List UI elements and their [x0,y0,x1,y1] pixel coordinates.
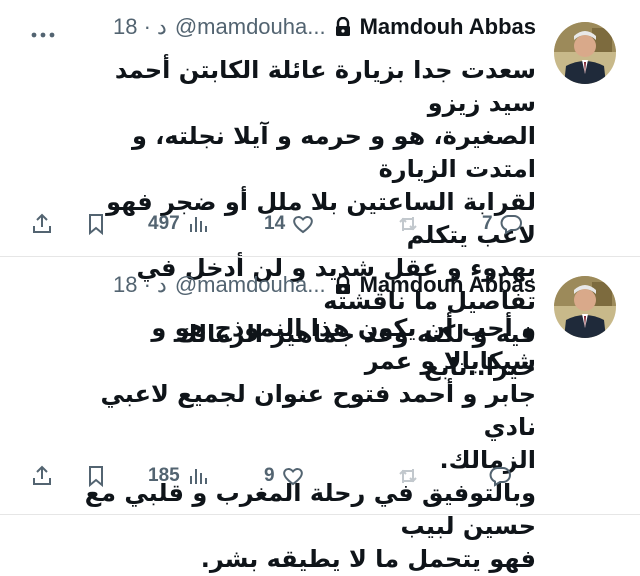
lock-icon [334,16,352,37]
author-handle[interactable]: @mamdouha... [175,14,326,40]
tweet-line: فهو يتحمل ما لا يطيقه بشر. [200,545,536,573]
likes-count: 14 [264,213,286,234]
avatar[interactable] [554,22,616,84]
more-horizontal-icon[interactable] [30,24,56,43]
likes-count: 9 [264,465,275,486]
views-count: 497 [148,213,180,234]
tweet-divider [0,514,640,515]
views-button[interactable]: 497 [148,212,210,236]
tweet-line: جابر و أحمد فتوح عنوان لجميع لاعبي نادي [100,380,536,441]
share-button[interactable] [30,464,54,488]
tweet-2[interactable]: Mamdouh Abbas @mamdouha... 18 · د و أحب … [0,258,640,573]
author-name[interactable]: Mamdouh Abbas [360,272,536,298]
tweet-divider [0,256,640,257]
like-button[interactable]: 9 [264,464,305,488]
tweet-header: Mamdouh Abbas @mamdouha... 18 · د [113,14,536,40]
views-count: 185 [148,465,180,486]
tweet-line: الصغيرة، هو و حرمه و آيلا نجلته، و امتدت… [131,122,536,183]
views-bar-chart-icon [189,217,207,232]
action-bar: 497 14 7 [30,212,536,242]
author-handle[interactable]: @mamdouha... [175,272,326,298]
like-button[interactable]: 14 [264,212,315,236]
heart-icon [282,468,303,486]
views-button[interactable]: 185 [148,464,210,488]
retweet-button[interactable] [396,212,426,236]
bookmark-icon [89,466,103,488]
retweet-icon [399,469,417,483]
reply-button[interactable] [482,464,512,488]
heart-icon [293,216,313,234]
views-bar-chart-icon [189,469,207,484]
share-button[interactable] [30,212,54,236]
author-name[interactable]: Mamdouh Abbas [360,14,536,40]
replies-count: 7 [482,213,493,234]
tweet-text: و أحب أن يكون هذا النموذج هو و شيكابالا … [70,312,536,576]
share-upload-icon [33,465,51,485]
tweet-time[interactable]: 18 · د [113,14,167,40]
lock-icon [334,274,352,295]
avatar[interactable] [554,276,616,338]
tweet-header: Mamdouh Abbas @mamdouha... 18 · د [113,272,536,298]
tweet-line: سعدت جدا بزيارة عائلة الكابتن أحمد سيد ز… [114,56,536,117]
bookmark-button[interactable] [84,212,108,236]
reply-button[interactable]: 7 [482,212,523,236]
bookmark-button[interactable] [84,464,108,488]
tweet-time[interactable]: 18 · د [113,272,167,298]
reply-bubble-icon [489,467,511,487]
reply-bubble-icon [500,215,522,235]
tweet-line: و أحب أن يكون هذا النموذج هو و شيكابالا … [151,314,536,375]
retweet-button[interactable] [396,464,426,488]
action-bar: 185 9 [30,464,536,494]
bookmark-icon [89,214,103,236]
retweet-icon [399,217,417,231]
tweet-1[interactable]: Mamdouh Abbas @mamdouha... 18 · د سعدت ج… [0,0,640,381]
share-upload-icon [33,213,51,233]
